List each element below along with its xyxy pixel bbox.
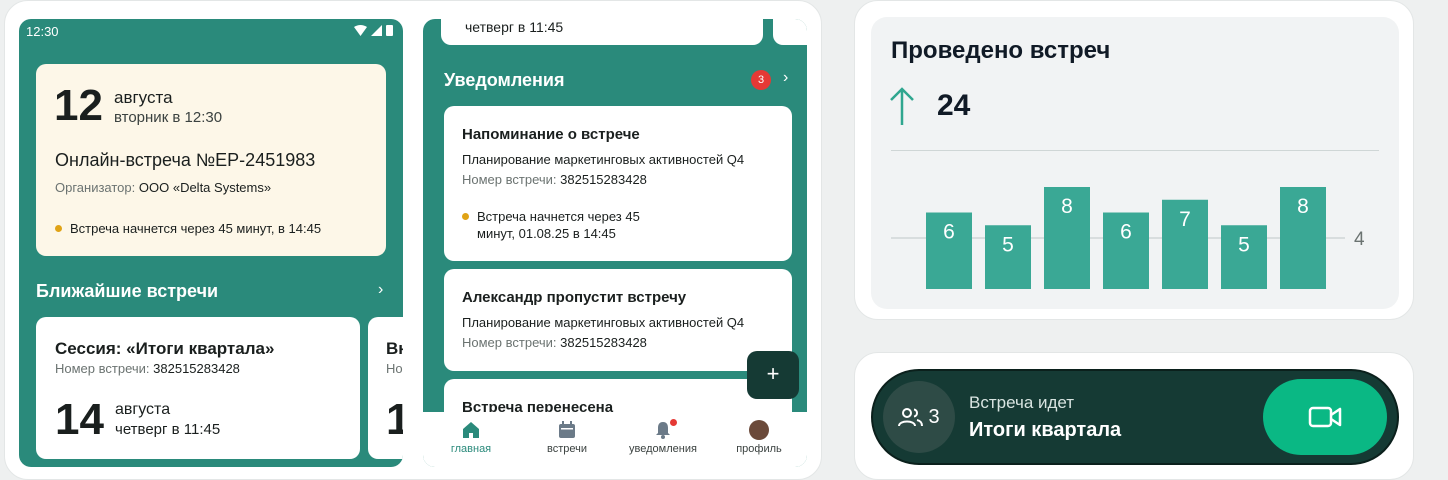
number-label: Номер встречи:: [462, 335, 557, 350]
home-icon: [463, 422, 479, 438]
peek-title: Вн: [386, 339, 403, 358]
people-icon: [898, 408, 924, 427]
notification-status-text: Встреча начнется через 45 минут, 01.08.2…: [477, 209, 640, 241]
upcoming-meeting-month: августа: [115, 401, 171, 418]
number-value: 382515283428: [560, 172, 647, 187]
participants-count: 3: [928, 405, 940, 428]
status-bar: 12:30: [19, 19, 403, 45]
meeting-card-top-peek[interactable]: четверг в 11:45: [441, 19, 763, 45]
upcoming-chevron-right-icon[interactable]: ›: [378, 281, 383, 299]
wifi-icon: [354, 24, 367, 36]
meetings-stats-card: Проведено встреч 24 65867584: [871, 17, 1399, 309]
upcoming-meeting-weekday-time: четверг в 11:45: [115, 421, 221, 438]
call-title: Итоги квартала: [969, 419, 1122, 441]
bar-value-label: 6: [943, 221, 955, 244]
bar-value-label: 5: [1238, 233, 1250, 256]
bar-value-label: 8: [1061, 195, 1073, 218]
meeting-card-top-peek-2[interactable]: [773, 19, 807, 45]
notification-number: Номер встречи: 382515283428: [462, 172, 647, 187]
tab-notifications[interactable]: уведомления: [615, 412, 711, 467]
signal-icon: [371, 24, 382, 36]
organizer-name: ООО «Delta Systems»: [138, 180, 272, 195]
meeting-day: 12: [54, 81, 103, 130]
meeting-weekday-time: вторник в 12:30: [114, 109, 223, 126]
upcoming-meeting-day: 14: [55, 395, 104, 444]
upcoming-meeting-card-peek[interactable]: Вн Но 1: [368, 317, 403, 459]
status-dot-icon: [55, 225, 62, 232]
number-label: Номер встречи:: [55, 361, 150, 376]
organizer-label: Организатор:: [55, 180, 136, 195]
notifications-screen: четверг в 11:45 Уведомления 3 › Напомина…: [423, 19, 807, 467]
notification-title: Напоминание о встрече: [462, 126, 640, 143]
phones-frame: 12:30 12 августа вторник в 12:30 Онлайн-…: [4, 0, 822, 480]
meetings-bar-chart: 6 5 8 6 7 5 8 4: [891, 187, 1365, 289]
tab-profile[interactable]: профиль: [711, 412, 807, 467]
participants-badge: 3: [883, 381, 955, 453]
notification-card[interactable]: Напоминание о встрече Планирование марке…: [444, 106, 792, 261]
stats-frame: Проведено встреч 24 65867584: [854, 0, 1414, 320]
notifications-count-badge: 3: [751, 70, 771, 90]
bottom-tab-bar: главная встречи уведомления профиль: [423, 412, 807, 467]
meeting-status-text: Встреча начнется через 45 минут, в 14:45: [70, 221, 322, 236]
peek-day: 1: [386, 395, 403, 445]
reference-line-label: 4: [1354, 229, 1365, 250]
upcoming-meeting-card[interactable]: Сессия: «Итоги квартала» Номер встречи: …: [36, 317, 360, 459]
notification-subtitle: Планирование маркетинговых активностей Q…: [462, 152, 745, 167]
join-video-button[interactable]: [1263, 379, 1387, 455]
bell-unread-dot: [670, 419, 677, 426]
video-camera-icon: [1308, 406, 1342, 428]
call-status-label: Встреча идет: [969, 393, 1075, 412]
tab-meetings[interactable]: встречи: [519, 412, 615, 467]
status-time: 12:30: [26, 24, 59, 39]
next-meeting-card[interactable]: 12 августа вторник в 12:30 Онлайн-встреч…: [36, 64, 386, 256]
tab-home[interactable]: главная: [423, 412, 519, 467]
number-label: Номер встречи:: [462, 172, 557, 187]
notification-title: Александр пропустит встречу: [462, 289, 687, 306]
add-button[interactable]: +: [747, 351, 799, 399]
upcoming-meeting-number: Номер встречи: 382515283428: [55, 361, 240, 376]
ongoing-call-bar[interactable]: 3 Встреча идет Итоги квартала: [871, 369, 1399, 465]
meeting-month: августа: [114, 88, 173, 107]
upcoming-meeting-title: Сессия: «Итоги квартала»: [55, 339, 275, 358]
notification-status: Встреча начнется через 45 минут, 01.08.2…: [462, 208, 677, 242]
peek-number-label: Но: [386, 361, 403, 376]
bar-value-label: 6: [1120, 221, 1132, 244]
tab-profile-label: профиль: [736, 443, 782, 455]
battery-icon: [386, 25, 393, 36]
top-peek-text: четверг в 11:45: [465, 19, 564, 35]
meeting-status: Встреча начнется через 45 минут, в 14:45: [55, 221, 321, 236]
notification-subtitle: Планирование маркетинговых активностей Q…: [462, 315, 745, 330]
status-dot-icon: [462, 213, 469, 220]
number-value: 382515283428: [153, 361, 240, 376]
tab-notifications-label: уведомления: [629, 443, 697, 455]
meeting-organizer: Организатор: ООО «Delta Systems»: [55, 180, 271, 195]
tab-meetings-label: встречи: [546, 443, 587, 455]
tab-home-label: главная: [450, 443, 492, 455]
notification-number: Номер встречи: 382515283428: [462, 335, 647, 350]
bar-value-label: 7: [1179, 208, 1191, 231]
notifications-chevron-right-icon[interactable]: ›: [783, 69, 788, 87]
home-screen: 12:30 12 августа вторник в 12:30 Онлайн-…: [19, 19, 403, 467]
bar-value-label: 8: [1297, 195, 1309, 218]
calendar-icon: [559, 421, 575, 438]
upcoming-title: Ближайшие встречи: [36, 281, 219, 301]
number-value: 382515283428: [560, 335, 647, 350]
notification-card[interactable]: Александр пропустит встречу Планирование…: [444, 269, 792, 371]
bar-value-label: 5: [1002, 233, 1014, 256]
call-frame: 3 Встреча идет Итоги квартала: [854, 352, 1414, 480]
notifications-title: Уведомления: [444, 70, 565, 90]
avatar-icon: [749, 420, 769, 440]
meeting-title: Онлайн-встреча №EP-2451983: [55, 150, 316, 170]
